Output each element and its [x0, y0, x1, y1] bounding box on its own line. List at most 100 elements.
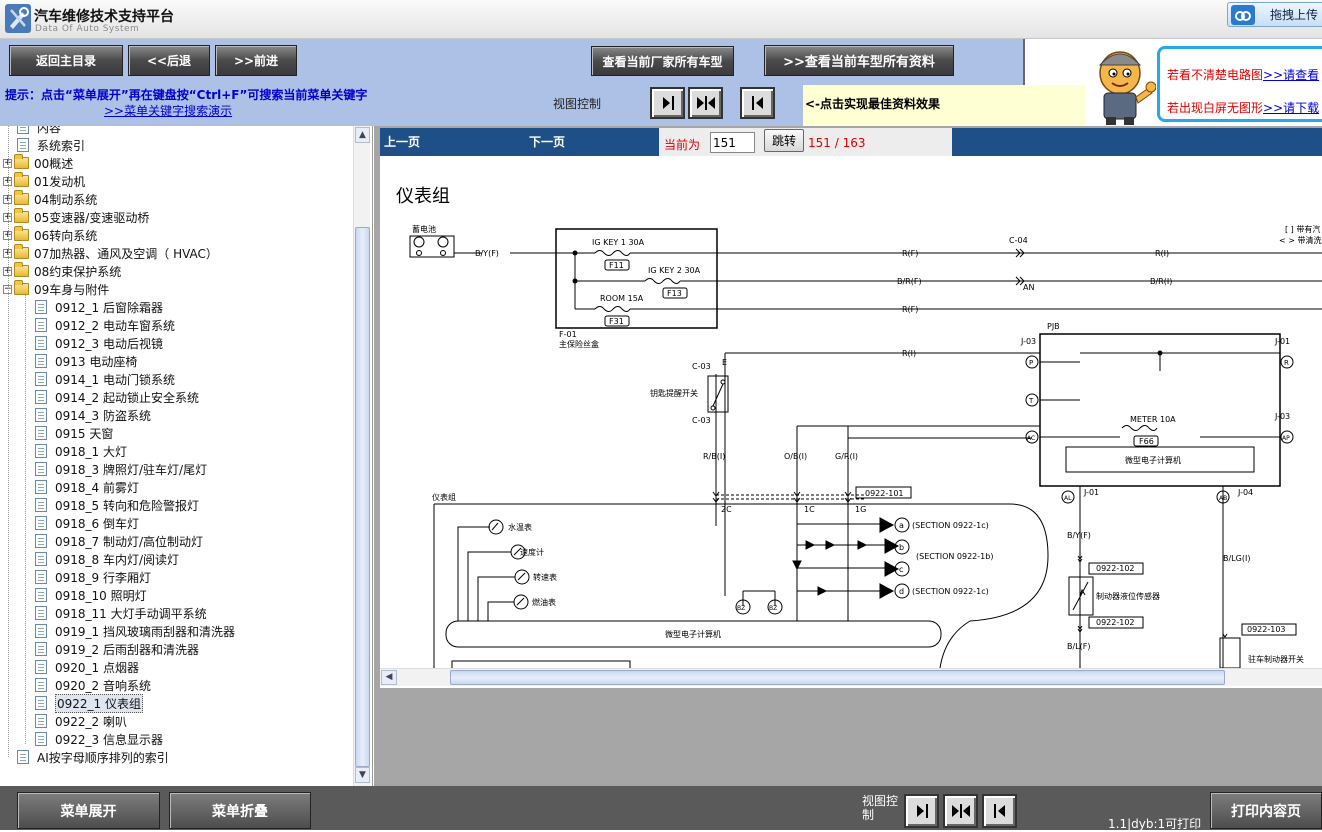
tree-folder-item[interactable]: +06转向系统 [3, 226, 97, 244]
tree-doc-item[interactable]: 0918_7 制动灯/高位制动灯 [35, 532, 203, 550]
tree-doc-item[interactable]: 0912_2 电动车窗系统 [35, 316, 175, 334]
wire-label: B/Y(F) [475, 249, 499, 258]
tree-doc-item[interactable]: 0918_10 照明灯 [35, 586, 147, 604]
menu-collapse-button[interactable]: 菜单折叠 [169, 792, 311, 829]
document-icon [35, 660, 47, 674]
footer-view-expand-left-button[interactable] [982, 794, 1017, 828]
hscroll-thumb[interactable] [450, 670, 1225, 685]
arrows-center-icon [951, 804, 970, 818]
help1-label: 若看不清楚电路图 [1167, 68, 1264, 82]
tree-doc-item[interactable]: 0913 电动座椅 [35, 352, 137, 370]
menu-expand-button[interactable]: 菜单展开 [17, 792, 160, 829]
document-icon [35, 462, 47, 476]
upload-button[interactable]: 拖拽上传 [1227, 2, 1322, 27]
tree-item-label: 0918_11 大灯手动调平系统 [55, 606, 207, 621]
tree-doc-item[interactable]: AI按字母顺序排列的索引 [17, 748, 169, 766]
scroll-left-button[interactable]: ◀ [381, 670, 397, 685]
pin-label: d [899, 587, 904, 596]
gauge-label: 水温表 [508, 522, 532, 532]
tree-folder-item[interactable]: +07加热器、通风及空调（ HVAC） [3, 244, 218, 262]
footer: 菜单展开 菜单折叠 视图控 制 1.1|dyb:1可打印 打印内容页 [0, 786, 1322, 831]
tree-doc-item[interactable]: 0920_2 音响系统 [35, 676, 151, 694]
footer-view-split-button[interactable] [943, 794, 978, 828]
wire-label: B/L(F) [1067, 642, 1090, 651]
tree-doc-item[interactable]: 系统索引 [17, 136, 85, 154]
tree-doc-item[interactable]: 0922_1 仪表组 [35, 693, 143, 713]
tree-doc-item[interactable]: 0918_6 倒车灯 [35, 514, 139, 532]
tree-item-label: 0922_2 喇叭 [55, 714, 127, 729]
tree-doc-item[interactable]: 0919_1 挡风玻璃雨刮器和清洗器 [35, 622, 235, 640]
tree-item-label: 0918_6 倒车灯 [55, 516, 139, 531]
arrow-left-bar-icon [993, 804, 1005, 818]
upload-label: 拖拽上传 [1270, 8, 1319, 22]
tree-doc-item[interactable]: 0922_3 信息显示器 [35, 730, 163, 748]
print-status: 1.1|dyb:1可打印 [1108, 817, 1202, 831]
tree-folder-item[interactable]: +00概述 [3, 154, 73, 172]
tree-doc-item[interactable]: 0918_5 转向和危险警报灯 [35, 496, 199, 514]
sidebar-scrollbar[interactable]: ▲ ▼ [353, 126, 370, 786]
view-split-button[interactable] [688, 87, 723, 119]
tree-folder-item[interactable]: −09车身与附件 [3, 280, 109, 298]
tree-folder-item[interactable]: +08约束保护系统 [3, 262, 121, 280]
help2-link[interactable]: >>请下载 [1263, 101, 1319, 115]
tree-doc-item[interactable]: 0918_3 牌照灯/驻车灯/尾灯 [35, 460, 207, 478]
help1-link[interactable]: >>请查看 [1263, 68, 1319, 82]
tree-doc-item[interactable]: 内容 [17, 126, 61, 136]
tree-item-label: 0918_3 牌照灯/驻车灯/尾灯 [55, 462, 208, 477]
print-button[interactable]: 打印内容页 [1210, 792, 1322, 829]
view-expand-left-button[interactable] [740, 87, 775, 119]
tree-doc-item[interactable]: 0919_2 后雨刮器和清洗器 [35, 640, 199, 658]
all-models-button[interactable]: 查看当前厂家所有车型 [591, 46, 734, 76]
hint-link[interactable]: >>菜单关键字搜索演示 [104, 102, 232, 119]
document-icon [35, 336, 47, 350]
document-icon [35, 606, 47, 620]
document-icon [35, 480, 47, 494]
next-page-link[interactable]: 下一页 [529, 133, 565, 150]
document-icon [35, 624, 47, 638]
tree-doc-item[interactable]: 0912_1 后窗除霜器 [35, 298, 163, 316]
wire-label: B/Y(F) [1067, 531, 1091, 540]
content-hscrollbar[interactable]: ◀ [380, 668, 1322, 686]
tree-item-label: 08约束保护系统 [34, 264, 122, 279]
tree-doc-item[interactable]: 0918_4 前雾灯 [35, 478, 139, 496]
tree-item-label: 0919_2 后雨刮器和清洗器 [55, 642, 199, 657]
tree-folder-item[interactable]: +04制动系统 [3, 190, 97, 208]
document-icon [35, 642, 47, 656]
footer-view-expand-right-button[interactable] [904, 794, 939, 828]
jump-button[interactable]: 跳转 [764, 129, 804, 152]
connector-label: J-01 [1083, 488, 1099, 497]
tree-doc-item[interactable]: 0918_9 行李厢灯 [35, 568, 151, 586]
view-expand-right-button[interactable] [650, 87, 685, 119]
forward-button[interactable]: >>前进 [215, 45, 297, 76]
pin-label: b [899, 543, 904, 552]
document-icon [35, 714, 47, 728]
page-number-input[interactable] [710, 132, 755, 153]
section-ref: (SECTION 0922-1b) [916, 552, 993, 561]
tree-doc-item[interactable]: 0914_2 起动锁止安全系统 [35, 388, 199, 406]
mcu-label: 微型电子计算机 [665, 629, 721, 639]
all-docs-button[interactable]: >>查看当前车型所有资料 [764, 45, 954, 76]
scroll-down-button[interactable]: ▼ [355, 767, 370, 783]
prev-page-link[interactable]: 上一页 [384, 133, 420, 150]
tree-folder-item[interactable]: +05变速器/变速驱动桥 [3, 208, 149, 226]
pin-label: AB [1219, 495, 1227, 502]
tree-doc-item[interactable]: 0914_3 防盗系统 [35, 406, 151, 424]
connector-label: J-03 [1274, 412, 1290, 421]
tree-doc-item[interactable]: 0918_8 车内灯/阅读灯 [35, 550, 179, 568]
tree-item-label: 0920_2 音响系统 [55, 678, 151, 693]
tree-doc-item[interactable]: 0922_2 喇叭 [35, 712, 127, 730]
tree-doc-item[interactable]: 0920_1 点烟器 [35, 658, 139, 676]
tree-doc-item[interactable]: 0918_11 大灯手动调平系统 [35, 604, 207, 622]
back-button[interactable]: <<后退 [128, 45, 210, 76]
tree-doc-item[interactable]: 0912_3 电动后视镜 [35, 334, 163, 352]
tree-folder-item[interactable]: +01发动机 [3, 172, 85, 190]
tree-doc-item[interactable]: 0918_1 大灯 [35, 442, 127, 460]
mechanic-mascot-icon [1088, 43, 1157, 126]
scroll-thumb[interactable] [355, 227, 370, 767]
tree-item-label: 内容 [37, 126, 62, 135]
title-bar: 汽车维修技术支持平台 Data Of Auto System 拖拽上传 [0, 0, 1322, 39]
home-button[interactable]: 返回主目录 [9, 45, 123, 76]
scroll-up-button[interactable]: ▲ [355, 127, 370, 143]
tree-doc-item[interactable]: 0915 天窗 [35, 424, 113, 442]
tree-doc-item[interactable]: 0914_1 电动门锁系统 [35, 370, 175, 388]
